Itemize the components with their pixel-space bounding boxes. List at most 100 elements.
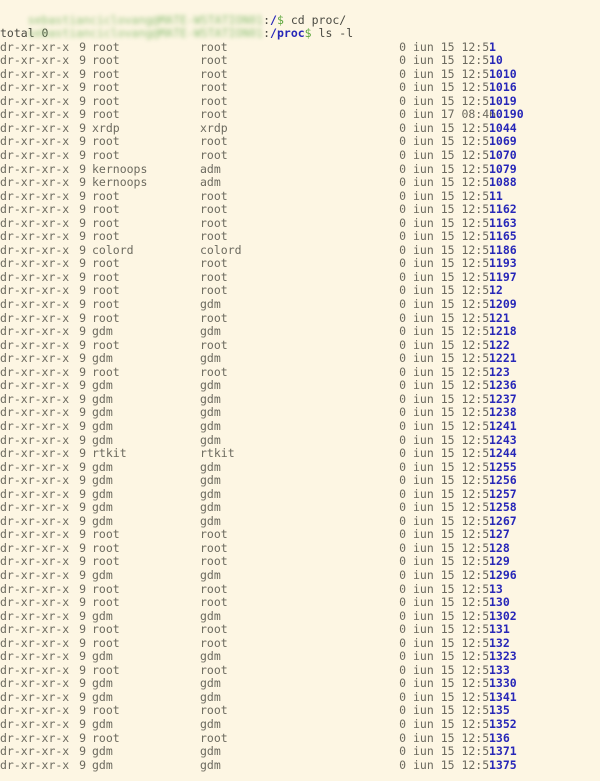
cell-group: gdm — [200, 473, 221, 488]
cell-name[interactable]: 1079 — [489, 162, 517, 177]
cell-name[interactable]: 1209 — [489, 297, 517, 312]
cell-links: 9 — [79, 107, 86, 122]
cell-group: rtkit — [200, 446, 235, 461]
cell-name[interactable]: 132 — [489, 636, 510, 651]
cell-name[interactable]: 1165 — [489, 230, 517, 244]
cell-links: 9 — [79, 446, 86, 461]
cell-owner: gdm — [92, 689, 113, 704]
cell-group: gdm — [200, 649, 221, 664]
cell-links: 9 — [79, 378, 86, 393]
cell-name[interactable]: 1341 — [489, 690, 517, 705]
cell-name[interactable]: 1221 — [489, 352, 517, 366]
cell-name[interactable]: 121 — [489, 311, 510, 326]
cell-owner: gdm — [92, 378, 113, 393]
cell-owner: gdm — [92, 744, 113, 759]
cell-perm: dr-xr-xr-x — [0, 256, 70, 271]
cell-size: 0 — [399, 324, 406, 339]
cell-group: adm — [200, 161, 221, 176]
cell-name[interactable]: 129 — [489, 555, 510, 569]
cell-group: xrdp — [200, 120, 228, 135]
cell-name[interactable]: 133 — [489, 663, 510, 678]
cell-owner: kernoops — [92, 161, 148, 176]
cell-name[interactable]: 127 — [489, 528, 510, 542]
cell-name[interactable]: 1088 — [489, 176, 517, 190]
cell-size: 0 — [399, 364, 406, 379]
cell-name[interactable]: 1069 — [489, 135, 517, 149]
cell-name[interactable]: 1302 — [489, 609, 517, 624]
cell-name[interactable]: 1044 — [489, 121, 517, 136]
cell-owner: gdm — [92, 432, 113, 447]
cell-name[interactable]: 1070 — [489, 148, 517, 163]
cell-name[interactable]: 1371 — [489, 745, 517, 759]
cell-group: root — [200, 215, 228, 230]
cell-name[interactable]: 1330 — [489, 677, 517, 691]
cell-name[interactable]: 1010 — [489, 67, 517, 82]
cell-name[interactable]: 1197 — [489, 270, 517, 285]
cell-size: 0 — [399, 93, 406, 108]
cell-name[interactable]: 1019 — [489, 94, 517, 109]
cell-perm: dr-xr-xr-x — [0, 500, 70, 515]
cell-name[interactable]: 1375 — [489, 758, 517, 773]
cell-size: 0 — [399, 202, 406, 217]
cell-name[interactable]: 1241 — [489, 419, 517, 434]
cell-perm: dr-xr-xr-x — [0, 161, 70, 176]
cell-date: iun 15 12:51 — [413, 500, 497, 515]
cell-size: 0 — [399, 473, 406, 488]
cell-group: root — [200, 107, 228, 122]
cell-perm: dr-xr-xr-x — [0, 66, 70, 81]
cell-name[interactable]: 1256 — [489, 474, 517, 488]
cell-date: iun 15 12:51 — [413, 351, 497, 366]
cell-date: iun 15 12:51 — [413, 256, 497, 271]
cell-perm: dr-xr-xr-x — [0, 486, 70, 501]
cell-owner: gdm — [92, 486, 113, 501]
cell-name[interactable]: 1236 — [489, 379, 517, 393]
cell-links: 9 — [79, 229, 86, 244]
cell-name[interactable]: 1238 — [489, 406, 517, 420]
cell-name[interactable]: 1193 — [489, 257, 517, 271]
cell-links: 9 — [79, 161, 86, 176]
cell-name[interactable]: 10 — [489, 54, 503, 68]
cell-size: 0 — [399, 80, 406, 95]
cell-group: root — [200, 53, 228, 68]
cell-name[interactable]: 13 — [489, 582, 503, 597]
cell-size: 0 — [399, 120, 406, 135]
table-row: dr-xr-xr-x 9 gdm gdm 0 iun 15 12:511375 — [0, 758, 600, 773]
cell-name[interactable]: 135 — [489, 704, 510, 718]
cell-name[interactable]: 130 — [489, 596, 510, 610]
cell-name[interactable]: 12 — [489, 284, 503, 298]
cell-name[interactable]: 1352 — [489, 717, 517, 732]
cell-name[interactable]: 1323 — [489, 650, 517, 664]
table-row: dr-xr-xr-x 9 root root 0 iun 15 12:51127 — [0, 528, 600, 542]
terminal-window[interactable]: sebastianciclovang@MATE-WSTATION01:/$ cd… — [0, 0, 600, 781]
cell-name[interactable]: 1186 — [489, 243, 517, 258]
cell-date: iun 15 12:51 — [413, 391, 497, 406]
cell-name[interactable]: 123 — [489, 365, 510, 380]
cell-name[interactable]: 128 — [489, 541, 510, 556]
cell-links: 9 — [79, 662, 86, 677]
cell-name[interactable]: 136 — [489, 731, 510, 746]
cell-owner: gdm — [92, 418, 113, 433]
cell-name[interactable]: 1296 — [489, 568, 517, 583]
cell-name[interactable]: 1237 — [489, 392, 517, 407]
cell-name[interactable]: 1267 — [489, 514, 517, 529]
cell-name[interactable]: 1016 — [489, 81, 517, 95]
cell-name[interactable]: 1255 — [489, 460, 517, 475]
cell-name[interactable]: 1162 — [489, 203, 517, 217]
cell-perm: dr-xr-xr-x — [0, 567, 70, 582]
cell-name[interactable]: 1218 — [489, 325, 517, 339]
cell-name[interactable]: 1163 — [489, 216, 517, 231]
table-row: dr-xr-xr-x 9 gdm gdm 0 iun 15 12:511237 — [0, 391, 600, 407]
cell-name[interactable]: 1243 — [489, 433, 517, 448]
cell-name[interactable]: 1 — [489, 40, 496, 55]
table-row: dr-xr-xr-x 9 gdm gdm 0 iun 15 12:511243 — [0, 432, 600, 448]
cell-name[interactable]: 11 — [489, 189, 503, 204]
cell-name[interactable]: 1258 — [489, 501, 517, 515]
cell-name[interactable]: 1257 — [489, 487, 517, 502]
cell-name[interactable]: 10190 — [489, 108, 524, 122]
cell-group: root — [200, 635, 228, 650]
cell-name[interactable]: 131 — [489, 623, 510, 637]
cell-perm: dr-xr-xr-x — [0, 513, 70, 528]
table-row: dr-xr-xr-x 9 root root 0 iun 15 12:511070 — [0, 148, 600, 163]
cell-name[interactable]: 1244 — [489, 446, 517, 461]
cell-name[interactable]: 122 — [489, 338, 510, 353]
